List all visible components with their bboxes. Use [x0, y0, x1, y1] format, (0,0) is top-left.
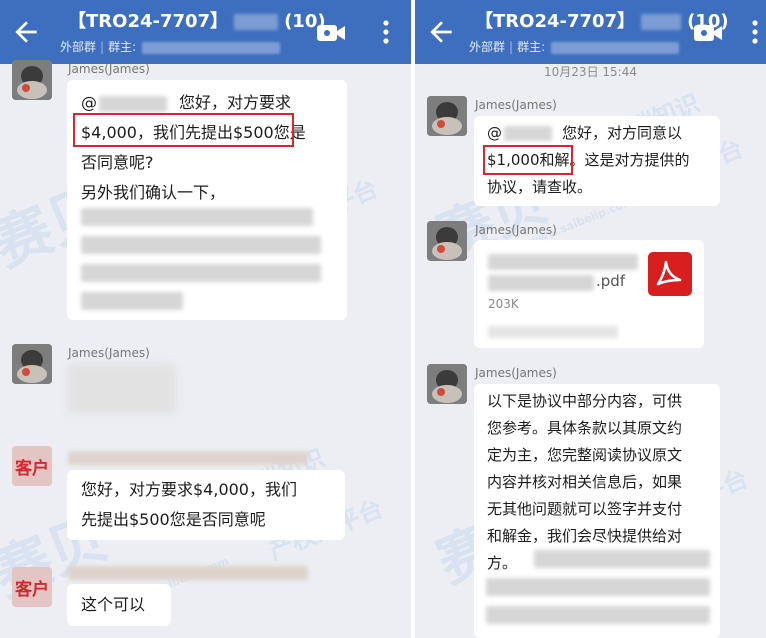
message-line: 和解金，我们会尽快提供给对: [487, 527, 683, 545]
video-call-icon[interactable]: [693, 22, 723, 44]
message-line: 您好，对方要求$4,000，我们: [81, 480, 297, 499]
highlight-box: [73, 113, 294, 147]
message-line: 无其他问题就可以签字并支付: [487, 500, 683, 518]
chat-subtitle: 外部群 | 群主:: [469, 38, 680, 55]
pdf-icon: [648, 252, 692, 296]
file-extension: .pdf: [596, 272, 626, 290]
message-line: 内容并核对相关信息后，如果: [487, 473, 683, 491]
video-call-icon[interactable]: [316, 22, 346, 44]
timestamp: 10月23日 15:44: [544, 65, 637, 79]
avatar[interactable]: [427, 364, 467, 404]
sender-name-blurred: [68, 451, 308, 465]
message-line: 方。: [487, 554, 518, 572]
chat-title: 【TRO24-7707】 (10): [68, 11, 326, 32]
sender-name: James(James): [68, 346, 150, 360]
left-chat-panel: 【TRO24-7707】(10) 外部群|群主: 赛贝 云端知识 产权大平台 w…: [0, 0, 411, 638]
blurred-image-message[interactable]: [68, 364, 176, 414]
message-line: 您参考。具体条款以其原文约: [487, 419, 683, 437]
message-line: @ 您好，对方同意以: [487, 124, 683, 142]
back-arrow-icon[interactable]: [425, 16, 457, 48]
more-vert-icon[interactable]: [382, 19, 390, 45]
message-line: 另外我们确认一下，: [81, 183, 226, 202]
sender-name: James(James): [475, 223, 557, 237]
message-line: 这个可以: [81, 595, 146, 614]
chat-subtitle: 外部群 | 群主:: [60, 38, 281, 55]
avatar[interactable]: [12, 344, 52, 384]
message-line: 协议，请查收。: [487, 178, 593, 196]
avatar[interactable]: [427, 96, 467, 136]
right-chat-panel: 【TRO24-7707】(10) 外部群|群主: 赛贝 云端知识 产权大平台 w…: [415, 0, 766, 638]
message-line: 以下是协议中部分内容，可供: [487, 392, 683, 410]
back-arrow-icon[interactable]: [10, 16, 42, 48]
chat-title: 【TRO24-7707】 (10): [475, 11, 729, 32]
more-vert-icon[interactable]: [751, 19, 759, 45]
file-size: 203K: [488, 297, 519, 311]
sender-name-blurred: [68, 566, 308, 580]
sender-name: James(James): [475, 366, 557, 380]
highlight-box: [483, 145, 573, 175]
message-bubble[interactable]: 这个可以: [67, 584, 171, 626]
message-line: 先提出$500您是否同意呢: [81, 510, 266, 529]
chat-header: 【TRO24-7707】 (10) 外部群 | 群主:: [415, 0, 766, 64]
message-bubble[interactable]: 以下是协议中部分内容，可供 您参考。具体条款以其原文约 定为主，您完整阅读协议原…: [474, 384, 720, 638]
message-line: 否同意呢?: [81, 153, 154, 172]
sender-name: James(James): [68, 62, 150, 76]
sender-name: James(James): [475, 98, 557, 112]
message-bubble[interactable]: 您好，对方要求$4,000，我们 先提出$500您是否同意呢: [67, 470, 345, 540]
chat-header: 【TRO24-7707】 (10) 外部群 | 群主:: [0, 0, 411, 64]
avatar[interactable]: 客户: [12, 446, 52, 486]
avatar[interactable]: [12, 60, 52, 100]
message-line: 定为主，您完整阅读协议原文: [487, 446, 683, 464]
avatar[interactable]: [427, 221, 467, 261]
avatar[interactable]: 客户: [12, 567, 52, 607]
file-attachment[interactable]: .pdf 203K: [474, 240, 704, 348]
